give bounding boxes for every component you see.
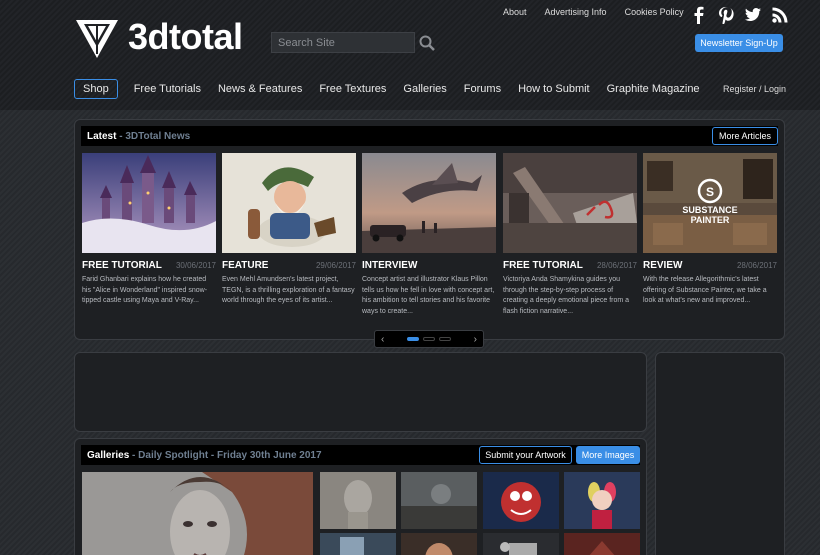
carousel-dots xyxy=(407,337,451,341)
article-card[interactable]: INTERVIEW Concept artist and illustrator… xyxy=(362,153,496,317)
more-images-button[interactable]: More Images xyxy=(576,446,640,464)
site-header: 3dtotal About Advertising Info Cookies P… xyxy=(0,0,820,110)
gallery-featured-image[interactable] xyxy=(82,472,313,555)
register-login-link[interactable]: Register / Login xyxy=(723,84,786,94)
site-logo[interactable]: 3dtotal xyxy=(74,14,243,60)
top-links: About Advertising Info Cookies Policy xyxy=(503,7,684,17)
article-thumbnail[interactable] xyxy=(82,153,216,253)
carousel-dot[interactable] xyxy=(423,337,435,341)
article-thumbnail[interactable]: S SUBSTANCE PAINTER xyxy=(643,153,777,253)
carousel-prev-button[interactable]: ‹ xyxy=(381,334,384,345)
gallery-thumbnail[interactable] xyxy=(320,533,396,555)
article-category: REVIEW xyxy=(643,260,683,271)
article-description: Farid Ghanbari explains how he created h… xyxy=(82,276,208,304)
article-thumbnail[interactable] xyxy=(222,153,356,253)
newsletter-signup-button[interactable]: Newsletter Sign-Up xyxy=(695,34,783,52)
gallery-thumbnail[interactable] xyxy=(564,533,640,555)
logo-text: 3dtotal xyxy=(128,16,243,57)
submit-artwork-button[interactable]: Submit your Artwork xyxy=(479,446,572,464)
svg-text:S: S xyxy=(706,185,714,199)
search-box xyxy=(271,32,435,53)
sidebar-panel xyxy=(655,352,785,555)
more-articles-button[interactable]: More Articles xyxy=(712,127,778,145)
carousel-dot[interactable] xyxy=(407,337,419,341)
article-category: INTERVIEW xyxy=(362,260,418,271)
bust-sculpture-image xyxy=(320,472,396,529)
article-card[interactable]: FREE TUTORIAL 30/06/2017 Farid Ghanbari e… xyxy=(82,153,216,307)
nav-item-news-features[interactable]: News & Features xyxy=(218,83,302,95)
article-category: FREE TUTORIAL xyxy=(82,260,162,271)
nav-item-galleries[interactable]: Galleries xyxy=(403,83,446,95)
social-links xyxy=(690,6,789,24)
article-card[interactable]: FREE TUTORIAL 28/06/2017 Victoriya Anda S… xyxy=(503,153,637,317)
latest-news-header: Latest - 3DTotal News xyxy=(81,126,778,146)
search-icon[interactable] xyxy=(418,34,436,52)
twitter-icon[interactable] xyxy=(744,6,762,24)
galleries-separator: - xyxy=(129,449,139,461)
nav-item-shop[interactable]: Shop xyxy=(74,79,118,99)
gallery-thumbnail[interactable] xyxy=(401,472,477,529)
castle-image xyxy=(82,153,216,253)
pinterest-icon[interactable] xyxy=(717,6,735,24)
nav-item-free-textures[interactable]: Free Textures xyxy=(319,83,386,95)
landscape-image xyxy=(401,472,477,529)
article-description: Victoriya Anda Shamykina guides you thro… xyxy=(503,276,630,315)
article-category: FEATURE xyxy=(222,260,269,271)
article-thumbnail[interactable] xyxy=(503,153,637,253)
red-scene-image xyxy=(564,533,640,555)
soldier-figure-image xyxy=(483,533,559,555)
carousel-next-button[interactable]: › xyxy=(474,334,477,345)
article-date: 28/06/2017 xyxy=(596,261,637,270)
nav-item-free-tutorials[interactable]: Free Tutorials xyxy=(134,83,201,95)
nav-item-graphite-magazine[interactable]: Graphite Magazine xyxy=(607,83,700,95)
rss-icon[interactable] xyxy=(771,6,789,24)
article-card[interactable]: FEATURE 29/06/2017 Even Mehl Amundsen's l… xyxy=(222,153,356,307)
article-date: 30/06/2017 xyxy=(175,261,216,270)
about-link[interactable]: About xyxy=(503,7,527,17)
nav-item-how-to-submit[interactable]: How to Submit xyxy=(518,83,590,95)
article-description: Even Mehl Amundsen's latest project, TEG… xyxy=(222,276,355,304)
search-input[interactable] xyxy=(271,32,415,53)
carousel-dot[interactable] xyxy=(439,337,451,341)
man-portrait-image xyxy=(401,533,477,555)
galleries-panel: Galleries - Daily Spotlight - Friday 30t… xyxy=(74,438,647,555)
advertising-info-link[interactable]: Advertising Info xyxy=(545,7,607,17)
red-creature-image xyxy=(483,472,559,529)
latest-separator: - xyxy=(116,130,126,142)
latest-news-panel: Latest - 3DTotal News More Articles FREE… xyxy=(74,119,785,340)
substance-painter-kitchen-image: S xyxy=(643,153,777,253)
gallery-thumbnail[interactable] xyxy=(320,472,396,529)
ad-panel xyxy=(74,352,647,432)
nav-item-forums[interactable]: Forums xyxy=(464,83,501,95)
substance-painter-logo-text: SUBSTANCE PAINTER xyxy=(682,205,738,225)
facebook-icon[interactable] xyxy=(690,6,708,24)
gallery-thumbnail[interactable] xyxy=(483,533,559,555)
desert-dragon-image xyxy=(362,153,496,253)
window-scene-image xyxy=(320,533,396,555)
article-date: 28/06/2017 xyxy=(736,261,777,270)
latest-subtitle: 3DTotal News xyxy=(125,130,191,142)
gallery-thumbnail[interactable] xyxy=(564,472,640,529)
galleries-subtitle: Daily Spotlight - Friday 30th June 2017 xyxy=(138,449,322,461)
ruined-interior-image xyxy=(503,153,637,253)
article-description: Concept artist and illustrator Klaus Pil… xyxy=(362,276,495,315)
galleries-title: Galleries xyxy=(87,449,130,461)
harley-character-image xyxy=(564,472,640,529)
cookies-policy-link[interactable]: Cookies Policy xyxy=(625,7,684,17)
gallery-thumbnail[interactable] xyxy=(483,472,559,529)
portrait-image xyxy=(82,472,313,555)
article-card[interactable]: S SUBSTANCE PAINTER REVIEW 28/06/2017 Wit… xyxy=(643,153,777,307)
article-date: 29/06/2017 xyxy=(315,261,356,270)
latest-title: Latest xyxy=(87,130,117,142)
carousel-pager: ‹ › xyxy=(374,330,484,348)
article-thumbnail[interactable] xyxy=(362,153,496,253)
article-description: With the release Allegorithmic's latest … xyxy=(643,276,767,304)
gnome-illustration-image xyxy=(222,153,356,253)
gallery-thumbnail[interactable] xyxy=(401,533,477,555)
logo-mark-icon xyxy=(76,20,118,58)
main-nav: Shop Free Tutorials News & Features Free… xyxy=(74,79,717,99)
article-category: FREE TUTORIAL xyxy=(503,260,583,271)
